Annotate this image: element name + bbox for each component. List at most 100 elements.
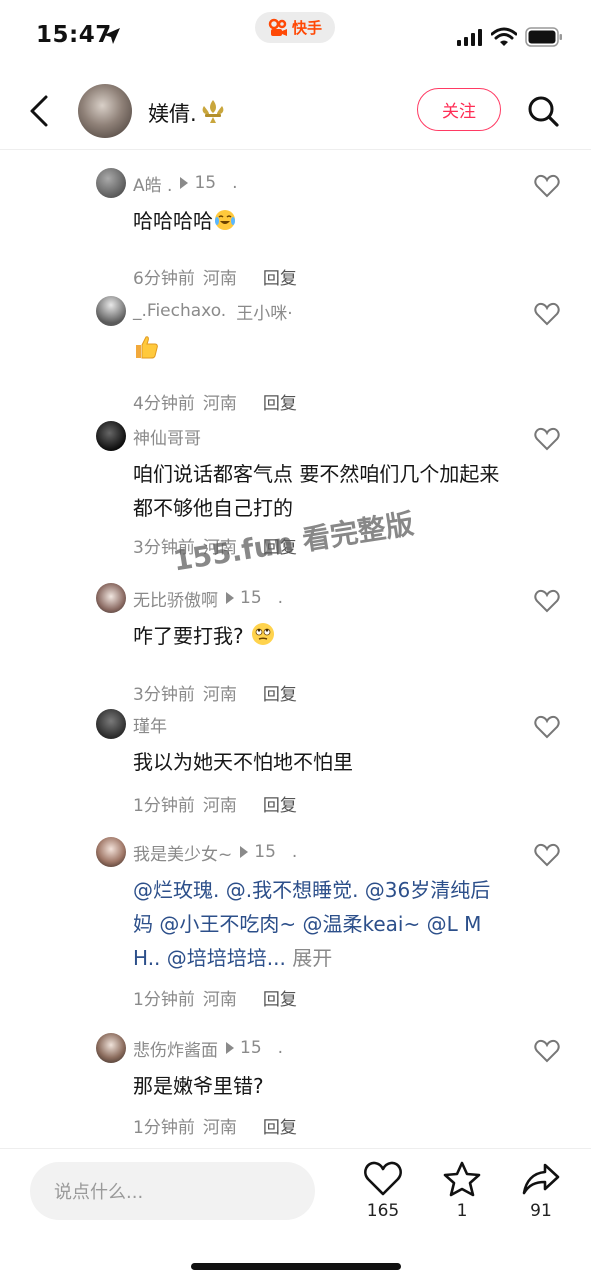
- comment-location: 河南: [202, 990, 237, 1010]
- location-arrow-icon: [104, 28, 120, 44]
- expand-button[interactable]: 展开: [292, 946, 332, 970]
- comment-author-views: 15: [240, 1038, 262, 1058]
- comment-location: 河南: [202, 394, 237, 414]
- comment-author[interactable]: A皓 .: [133, 171, 172, 196]
- comment-text: 哈哈哈哈: [133, 204, 503, 238]
- comment-input[interactable]: 说点什么...: [30, 1162, 315, 1220]
- laugh-cry-emoji-icon: [215, 210, 235, 230]
- commenter-avatar[interactable]: [96, 837, 126, 867]
- comment-author-suffix: .: [277, 1038, 284, 1058]
- comment-author[interactable]: 无比骄傲啊: [133, 586, 218, 611]
- bottom-action-bar: 说点什么... 165 1 91: [0, 1148, 591, 1280]
- comment-author-views: 15: [194, 173, 217, 193]
- comment-author[interactable]: 瑾年: [133, 712, 167, 737]
- comment-text: 咋了要打我?: [133, 619, 503, 653]
- heart-icon[interactable]: [534, 1039, 560, 1063]
- kuaishou-logo-icon: [268, 18, 287, 36]
- home-indicator[interactable]: [191, 1263, 401, 1270]
- heart-icon[interactable]: [534, 715, 560, 739]
- comment-author[interactable]: 神仙哥哥: [133, 424, 201, 449]
- profile-header: 媄倩. 关注: [0, 76, 591, 150]
- comment-text: 咱们说话都客气点 要不然咱们几个加起来都不够他自己打的: [133, 462, 500, 520]
- heart-icon[interactable]: [534, 589, 560, 613]
- comment-location: 河南: [202, 269, 237, 289]
- back-arrow-icon[interactable]: [26, 94, 52, 128]
- comment-author-suffix: 王小咪·: [236, 303, 293, 324]
- avatar[interactable]: [78, 84, 132, 138]
- heart-icon: [364, 1161, 402, 1196]
- comment-author-row: 神仙哥哥: [133, 424, 201, 449]
- heart-icon[interactable]: [534, 174, 560, 198]
- commenter-avatar[interactable]: [96, 421, 126, 451]
- battery-icon: [525, 27, 562, 47]
- commenter-avatar[interactable]: [96, 168, 126, 198]
- app-source-pill[interactable]: 快手: [255, 12, 335, 43]
- comment-author-row: _.Fiechaxo. 王小咪·: [133, 300, 293, 324]
- comment-author[interactable]: _.Fiechaxo.: [133, 301, 226, 321]
- comment-author[interactable]: 我是美少女~: [133, 840, 232, 865]
- reply-button[interactable]: 回复: [263, 680, 297, 705]
- favorite-button[interactable]: 1: [432, 1161, 492, 1221]
- reply-button[interactable]: 回复: [263, 264, 297, 289]
- reply-button[interactable]: 回复: [263, 985, 297, 1010]
- profile-username[interactable]: 媄倩.: [148, 98, 197, 128]
- comment-location: 河南: [202, 796, 237, 816]
- reply-button[interactable]: 回复: [263, 389, 297, 414]
- comment-meta: 1分钟前 河南 回复: [133, 985, 297, 1010]
- comment-time: 1分钟前: [133, 1118, 195, 1138]
- app-source-label: 快手: [291, 19, 322, 37]
- comment-list[interactable]: A皓 . 15 . 哈哈哈哈 6分钟前 河南 回复 _.Fiechaxo. 王小…: [0, 151, 591, 1146]
- comment-location: 河南: [202, 685, 237, 705]
- comment-time: 1分钟前: [133, 990, 195, 1010]
- comment-meta: 1分钟前 河南 回复: [133, 791, 297, 816]
- like-count: 165: [366, 1201, 400, 1221]
- status-bar: 15:47 快手: [0, 0, 591, 76]
- commenter-avatar[interactable]: [96, 296, 126, 326]
- comment-meta: 4分钟前 河南 回复: [133, 389, 297, 414]
- share-count: 91: [530, 1201, 552, 1221]
- comment-meta: 1分钟前 河南 回复: [133, 1113, 297, 1138]
- heart-icon[interactable]: [534, 427, 560, 451]
- comment-time: 3分钟前: [133, 685, 195, 705]
- comment-text: 我以为她天不怕地不怕里: [133, 750, 353, 774]
- play-count-icon: [240, 846, 249, 858]
- like-button[interactable]: 165: [353, 1161, 413, 1221]
- comment-text: @烂玫瑰. @.我不想睡觉. @36岁清纯后妈 @小王不吃肉~ @温柔keai~…: [133, 873, 503, 975]
- commenter-avatar[interactable]: [96, 583, 126, 613]
- share-button[interactable]: 91: [511, 1161, 571, 1221]
- reply-button[interactable]: 回复: [263, 791, 297, 816]
- status-time: 15:47: [36, 22, 112, 48]
- comment-text: 那是嫩爷里错?: [133, 1074, 264, 1098]
- comment-author-row: 瑾年: [133, 712, 167, 737]
- share-arrow-icon: [522, 1163, 560, 1195]
- heart-icon[interactable]: [534, 302, 560, 326]
- cellular-signal-icon: [457, 29, 482, 46]
- comment-meta: 6分钟前 河南 回复: [133, 264, 297, 289]
- rolling-eyes-emoji-icon: [251, 623, 274, 645]
- comment-author-views: 15: [254, 842, 276, 862]
- comment-author[interactable]: 悲伤炸酱面: [133, 1036, 218, 1061]
- play-count-icon: [226, 592, 234, 604]
- search-icon[interactable]: [526, 94, 560, 128]
- comment-time: 4分钟前: [133, 394, 195, 414]
- comment-author-suffix: .: [277, 588, 284, 608]
- comment-author-views: 15: [240, 588, 262, 608]
- comment-author-suffix: .: [232, 173, 238, 193]
- comment-author-row: 悲伤炸酱面 15 .: [133, 1036, 284, 1061]
- heart-icon[interactable]: [534, 843, 560, 867]
- comment-time: 6分钟前: [133, 269, 195, 289]
- comment-author-row: 无比骄傲啊 15 .: [133, 586, 284, 611]
- commenter-avatar[interactable]: [96, 1033, 126, 1063]
- comment-text: [133, 332, 503, 366]
- follow-button[interactable]: 关注: [417, 88, 501, 131]
- fleur-de-lis-icon: [202, 100, 224, 123]
- reply-button[interactable]: 回复: [263, 1113, 297, 1138]
- comment-meta: 3分钟前 河南 回复: [133, 680, 297, 705]
- comment-location: 河南: [202, 1118, 237, 1138]
- comment-time: 1分钟前: [133, 796, 195, 816]
- play-count-icon: [180, 177, 189, 189]
- commenter-avatar[interactable]: [96, 709, 126, 739]
- favorite-count: 1: [456, 1201, 468, 1221]
- comment-author-row: A皓 . 15 .: [133, 171, 238, 196]
- play-count-icon: [226, 1042, 234, 1054]
